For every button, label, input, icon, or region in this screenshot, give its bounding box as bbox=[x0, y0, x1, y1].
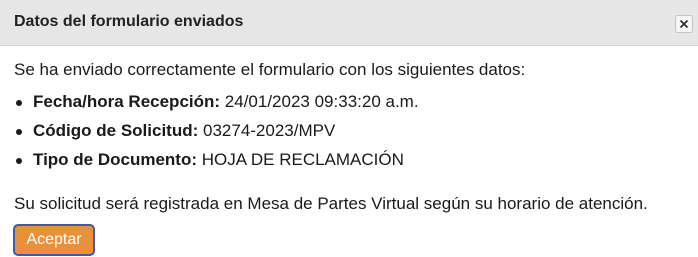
close-icon bbox=[680, 20, 688, 28]
bullet-icon bbox=[16, 158, 22, 164]
submitted-data-list: Fecha/hora Recepción: 24/01/2023 09:33:2… bbox=[14, 92, 419, 179]
outro-text: Su solicitud será registrada en Mesa de … bbox=[14, 194, 648, 213]
dialog-title: Datos del formulario enviados bbox=[14, 13, 244, 30]
submission-dialog: Datos del formulario enviados Se ha envi… bbox=[0, 0, 698, 257]
list-item-request-code: Código de Solicitud: 03274-2023/MPV bbox=[14, 121, 419, 150]
field-label: Código de Solicitud: bbox=[33, 121, 199, 140]
bullet-icon bbox=[16, 129, 22, 135]
field-value: 03274-2023/MPV bbox=[203, 121, 336, 140]
close-button[interactable] bbox=[675, 15, 693, 33]
field-label: Tipo de Documento: bbox=[33, 150, 198, 169]
field-value: 24/01/2023 09:33:20 a.m. bbox=[224, 92, 419, 111]
field-label: Fecha/hora Recepción: bbox=[33, 92, 221, 111]
list-item-document-type: Tipo de Documento: HOJA DE RECLAMACIÓN bbox=[14, 150, 419, 179]
field-value: HOJA DE RECLAMACIÓN bbox=[201, 150, 404, 169]
accept-button[interactable]: Aceptar bbox=[13, 224, 95, 256]
intro-text: Se ha enviado correctamente el formulari… bbox=[14, 60, 526, 79]
bullet-icon bbox=[16, 100, 22, 106]
list-item-reception-datetime: Fecha/hora Recepción: 24/01/2023 09:33:2… bbox=[14, 92, 419, 121]
dialog-titlebar: Datos del formulario enviados bbox=[0, 0, 698, 46]
